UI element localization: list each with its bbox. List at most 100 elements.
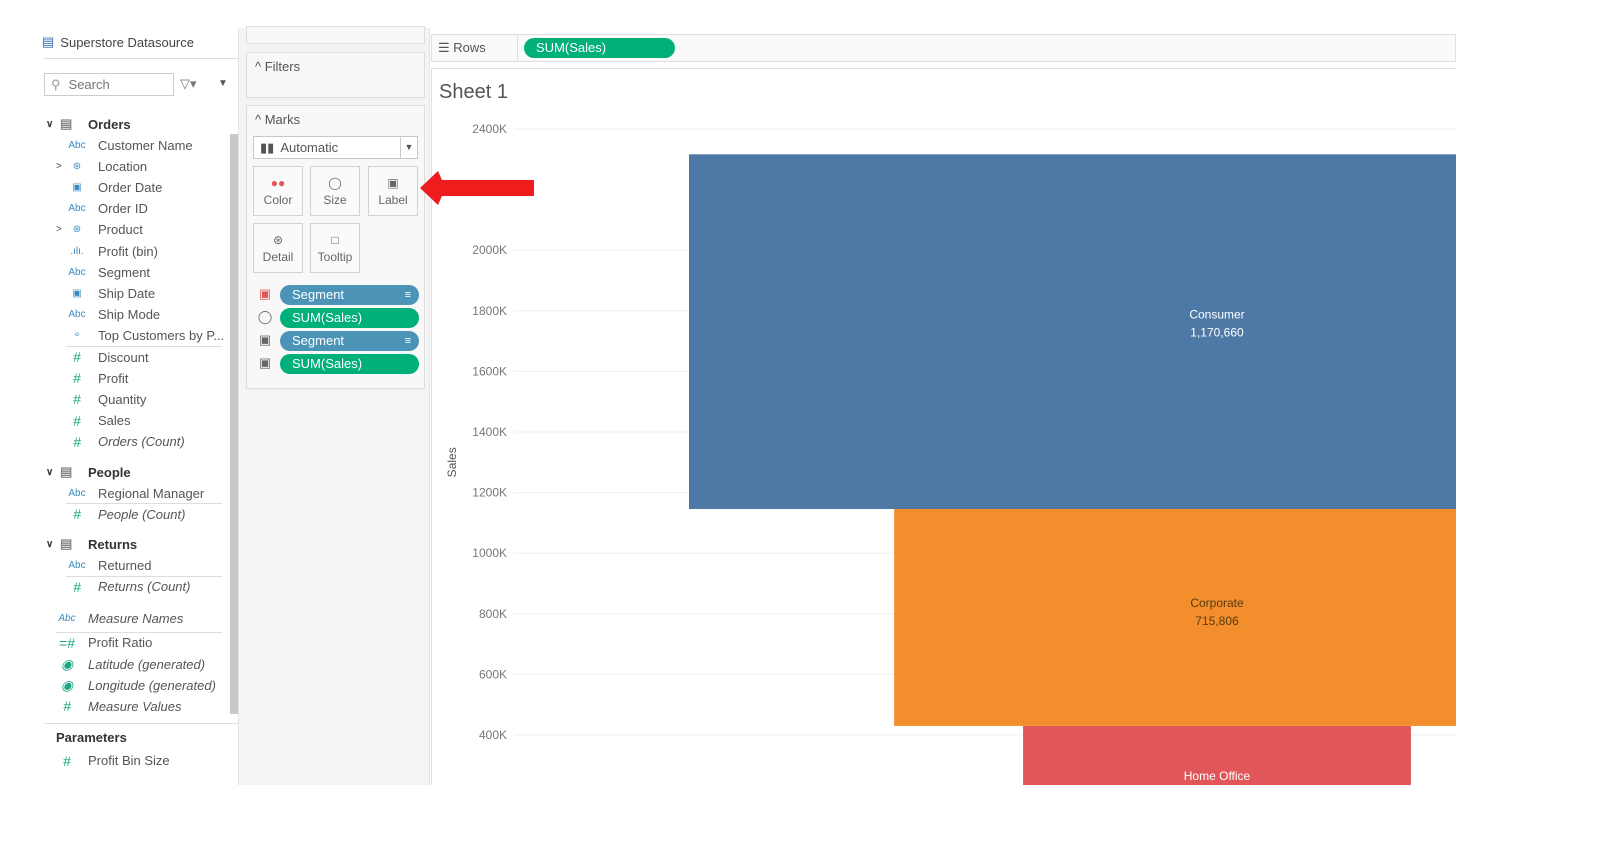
sheet-view: Sheet 1 2400K 2000K 1800K 1600K 1400K 1200K 10…	[431, 68, 1456, 785]
field-item[interactable]: .ılı. Profit (bin)	[66, 241, 158, 261]
chevron-right-icon[interactable]: >	[56, 161, 62, 172]
filters-card[interactable]: ^ Filters	[246, 52, 425, 98]
chevron-right-icon[interactable]: >	[56, 224, 62, 235]
table-returns[interactable]: ∨ ▤ Returns	[46, 534, 137, 554]
calc-icon: =#	[59, 634, 75, 651]
field-item[interactable]: Abc Ship Mode	[66, 305, 160, 325]
chevron-down-icon[interactable]: ∨	[46, 119, 60, 130]
label-icon: ▣	[258, 332, 272, 347]
field-item[interactable]: Abc Returned	[66, 555, 151, 575]
measure-item[interactable]: ◉ Longitude (generated)	[56, 675, 216, 695]
table-icon: ▤	[60, 536, 73, 552]
Abc-icon: Abc	[68, 559, 86, 571]
chevron-down-icon[interactable]: ∨	[46, 539, 60, 550]
field-item[interactable]: ⚬ Top Customers by P...	[66, 326, 224, 346]
measure-item[interactable]: ◉ Latitude (generated)	[56, 654, 205, 674]
filter-fields-button[interactable]: ▽▾	[180, 76, 197, 92]
date-icon: ▣	[72, 181, 82, 193]
chart: 2400K 2000K 1800K 1600K 1400K 1200K 1000K 800K 6…	[445, 122, 1456, 785]
measure-item[interactable]: # Measure Values	[56, 696, 181, 716]
measure-item[interactable]: # Quantity	[66, 389, 146, 409]
rows-pill-sum-sales[interactable]: SUM(Sales)	[524, 38, 675, 58]
measure-icon: #	[73, 412, 81, 429]
field-item[interactable]: ▣ Ship Date	[66, 283, 155, 303]
pill-size-sum-sales[interactable]: SUM(Sales)	[280, 308, 419, 328]
measure-icon: #	[73, 391, 81, 408]
Abc-icon: Abc	[68, 487, 86, 499]
table-icon: ▤	[60, 464, 73, 479]
red-arrow-annotation	[420, 171, 534, 205]
measure-item[interactable]: # Returns (Count)	[66, 577, 190, 597]
bar-label-name: Home Office	[1184, 769, 1251, 783]
detail-button[interactable]: ⊛ Detail	[253, 223, 303, 273]
y-tick-label: 1800K	[472, 304, 507, 318]
Abc-icon: Abc	[68, 203, 86, 215]
label-icon: ▣	[258, 355, 272, 370]
field-item[interactable]: ▣ Order Date	[66, 177, 162, 197]
parameter-item[interactable]: # Profit Bin Size	[56, 751, 170, 771]
table-people[interactable]: ∨ ▤ People	[46, 462, 131, 482]
bar-label-value: 715,806	[1195, 614, 1239, 628]
search-input[interactable]	[68, 77, 159, 92]
chevron-down-icon[interactable]: ▼	[400, 137, 417, 158]
chevron-down-icon[interactable]: ∨	[46, 467, 60, 478]
measure-icon: #	[73, 578, 81, 595]
measure-item[interactable]: # Sales	[66, 411, 130, 431]
filters-title[interactable]: ^ Filters	[255, 59, 300, 74]
tooltip-icon: □	[331, 232, 339, 247]
datasource[interactable]: ▤ Superstore Datasource	[42, 34, 194, 50]
size-button[interactable]: ◯ Size	[310, 166, 360, 216]
search-field[interactable]: ⚲	[44, 73, 174, 96]
pill-label-sum-sales[interactable]: SUM(Sales)	[280, 354, 419, 374]
Abc-icon: Abc	[68, 309, 86, 321]
pill-color-segment[interactable]: Segment ≡	[280, 285, 419, 305]
color-icon: ●●	[270, 175, 286, 190]
label-button[interactable]: ▣ Label	[368, 166, 418, 216]
field-item[interactable]: Abc Segment	[66, 262, 150, 282]
color-icon: ▣	[258, 286, 272, 301]
bar-label-name: Corporate	[1190, 596, 1244, 610]
Abc-icon: Abc	[68, 139, 86, 151]
set-icon: ⚬	[72, 330, 82, 342]
size-icon: ◯	[257, 309, 273, 324]
rows-shelf: ☰ Rows SUM(Sales)	[431, 34, 1456, 62]
y-tick-label: 1600K	[472, 364, 507, 378]
abc-icon: Abc	[58, 613, 76, 625]
color-button[interactable]: ●● Color	[253, 166, 303, 216]
scrollbar[interactable]	[230, 134, 238, 714]
pill-label-segment[interactable]: Segment ≡	[280, 331, 419, 351]
measure-icon: #	[73, 370, 81, 387]
y-tick-label: 1200K	[472, 486, 507, 500]
field-item[interactable]: Abc Measure Names	[56, 609, 183, 629]
measure-icon: #	[73, 433, 81, 450]
list-icon: ☰	[438, 40, 450, 55]
marks-card: ^ Marks ▮▮ Automatic ▼ ●● Color ◯ Size ▣ Labe…	[246, 105, 425, 389]
bar-label-value: 1,170,660	[1190, 326, 1244, 340]
measure-icon: #	[73, 506, 81, 523]
field-item[interactable]: Abc Regional Manager	[66, 483, 204, 503]
measure-item[interactable]: # People (Count)	[66, 504, 185, 524]
tooltip-button[interactable]: □ Tooltip	[310, 223, 360, 273]
measure-item[interactable]: # Profit	[66, 368, 128, 388]
field-item[interactable]: Abc Order ID	[66, 199, 147, 219]
measure-item[interactable]: # Discount	[66, 347, 148, 367]
more-options-dropdown[interactable]: ▼	[218, 78, 228, 89]
measure-item[interactable]: # Orders (Count)	[66, 432, 185, 452]
y-axis-label: Sales	[445, 447, 459, 477]
y-tick-label: 600K	[479, 667, 507, 681]
field-item[interactable]: > ⊛ Product	[56, 220, 143, 240]
field-item[interactable]: Abc Customer Name	[66, 135, 192, 155]
sort-icon: ≡	[404, 335, 411, 347]
label-icon: ▣	[387, 175, 399, 190]
measure-item[interactable]: =# Profit Ratio	[56, 633, 152, 653]
shelves-pane: ^ Filters ^ Marks ▮▮ Automatic ▼ ●● Color ◯…	[238, 26, 430, 785]
marks-title[interactable]: ^ Marks	[255, 112, 300, 127]
bar-corporate	[894, 509, 1456, 726]
rows-label: ☰ Rows	[438, 40, 486, 55]
mark-type-select[interactable]: ▮▮ Automatic ▼	[253, 136, 418, 159]
field-item[interactable]: > ⊛ Location	[56, 156, 147, 176]
geo-icon: ◉	[60, 676, 74, 693]
table-orders[interactable]: ∨ ▤ Orders	[46, 114, 131, 134]
y-tick-label: 2000K	[472, 243, 507, 257]
measure-icon: #	[73, 349, 81, 365]
